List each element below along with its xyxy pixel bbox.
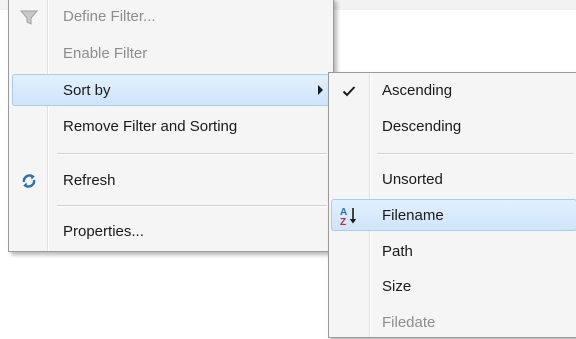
submenu-item-label: Filename — [382, 207, 444, 224]
menu-item-remove-filter-and-sorting[interactable]: Remove Filter and Sorting — [12, 111, 330, 143]
menu-item-properties[interactable]: Properties... — [12, 216, 330, 248]
menu-item-refresh[interactable]: Refresh — [12, 165, 330, 197]
sort-az-icon: A Z — [334, 200, 364, 232]
menu-item-label: Define Filter... — [63, 8, 156, 25]
menu-separator — [57, 153, 327, 155]
menu-item-label: Refresh — [63, 172, 116, 189]
submenu-item-ascending[interactable]: Ascending — [331, 75, 576, 107]
submenu-item-label: Descending — [382, 118, 462, 135]
submenu-item-size[interactable]: Size — [331, 271, 576, 303]
context-menu: Define Filter... Enable Filter Sort by R… — [8, 0, 334, 252]
submenu-item-label: Path — [382, 243, 413, 260]
submenu-item-filedate[interactable]: Filedate — [331, 307, 576, 339]
submenu-item-descending[interactable]: Descending — [331, 111, 576, 143]
funnel-icon — [14, 1, 44, 33]
menu-item-enable-filter[interactable]: Enable Filter — [12, 38, 330, 70]
submenu-arrow-icon — [318, 85, 323, 95]
submenu-item-unsorted[interactable]: Unsorted — [331, 164, 576, 196]
sort-submenu: Ascending Descending Unsorted A Z Filena… — [328, 72, 576, 338]
submenu-separator — [377, 153, 573, 155]
submenu-item-label: Filedate — [382, 314, 436, 331]
menu-item-define-filter[interactable]: Define Filter... — [12, 1, 330, 33]
submenu-item-label: Size — [382, 278, 412, 295]
menu-item-label: Properties... — [63, 223, 144, 240]
submenu-item-filename[interactable]: A Z Filename — [331, 199, 576, 231]
submenu-item-path[interactable]: Path — [331, 236, 576, 268]
submenu-item-label: Unsorted — [382, 171, 443, 188]
checkmark-icon — [333, 75, 365, 107]
svg-text:Z: Z — [340, 217, 346, 227]
refresh-icon — [14, 165, 44, 197]
menu-item-label: Remove Filter and Sorting — [63, 118, 238, 135]
menu-item-label: Sort by — [63, 82, 111, 99]
submenu-item-label: Ascending — [382, 82, 453, 99]
menu-item-label: Enable Filter — [63, 45, 148, 62]
menu-separator — [57, 205, 327, 207]
menu-item-sort-by[interactable]: Sort by — [12, 74, 330, 106]
